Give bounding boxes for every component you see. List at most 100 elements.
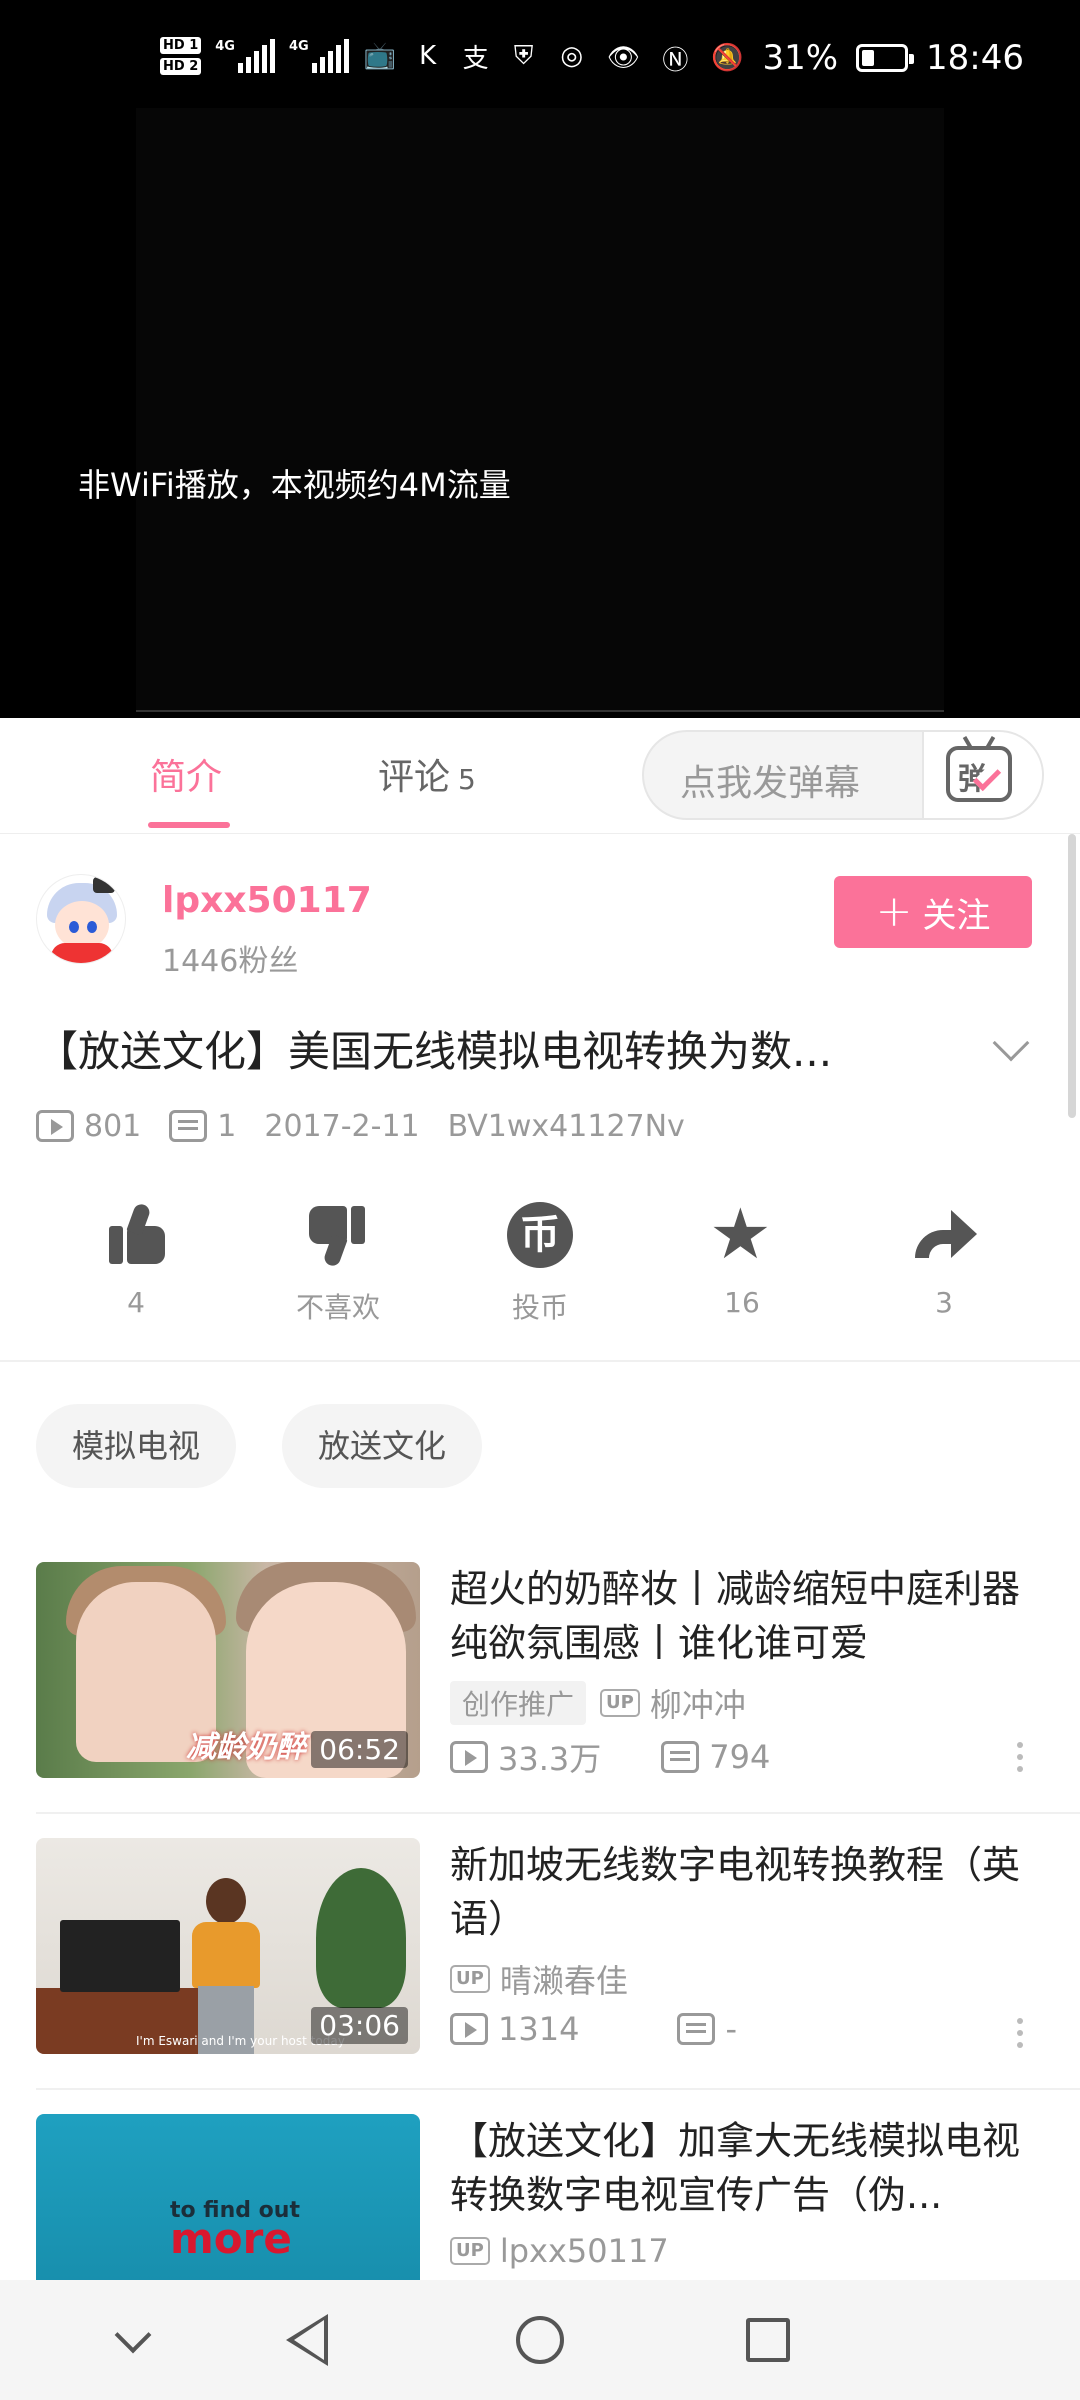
star-icon: ★ [709,1193,772,1275]
like-count: 4 [127,1286,145,1319]
plus-icon: + [875,886,913,937]
recommendation-title[interactable]: 【放送文化】加拿大无线模拟电视转换数字电视宣传广告（伪... [450,2114,1050,2222]
recommendation-author-row: 创作推广 UP 柳冲冲 [450,1680,746,1726]
share-icon [909,1200,979,1270]
up-icon: UP [600,1689,640,1717]
video-title[interactable]: 【放送文化】美国无线模拟电视转换为数... [36,1018,956,1079]
coin-glyph: 币 [507,1202,573,1268]
favorite-count: 16 [724,1286,760,1319]
network-type-label-2: 4G [288,39,309,54]
danmaku-placeholder: 点我发弹幕 [680,763,861,804]
danmaku-count-icon [661,1741,700,1773]
hotspot-icon: ◎ [560,41,584,71]
recommendation-views: 33.3万 [498,1740,602,1778]
dislike-label: 不喜欢 [295,1291,380,1324]
home-icon[interactable] [516,2316,564,2364]
thumbs-up-icon [101,1200,171,1270]
list-divider [36,1812,1080,1814]
thumbnail-caption: 减龄奶醉 [186,1730,306,1765]
section-divider [0,1360,1080,1362]
recommendation-author-row: UP lpxx50117 [450,2232,669,2270]
tab-comments-label: 评论 [378,757,451,798]
tab-comments[interactable]: 评论 5 [378,748,476,800]
status-bar: HD 1 HD 2 4G 4G 📺 K 支 ⛨ ◎ 👁 Ⓝ 🔕 31% 18:4… [0,0,1080,100]
video-frame[interactable] [136,108,944,712]
play-count-icon [450,1741,488,1773]
bvid: BV1wx41127Nv [447,1108,685,1144]
coin-button[interactable]: 币 投币 [470,1200,610,1326]
play-count-icon [36,1110,74,1142]
bilibili-notification-icon: 📺 [363,41,396,71]
up-icon: UP [450,2237,490,2265]
danmaku-count: 1 [217,1108,237,1144]
tag-chip[interactable]: 模拟电视 [36,1404,237,1488]
share-count: 3 [935,1286,953,1319]
uploader-fans: 1446粉丝 [162,944,299,979]
signal-strength-icon-2: 4G [289,39,349,73]
danmaku-toggle-button[interactable]: 弹 [922,732,1042,818]
promotion-badge: 创作推广 [450,1681,587,1725]
signal-strength-icon: 4G [215,39,275,73]
more-options-icon[interactable] [1016,1742,1024,1776]
recommendation-author: 晴濑春佳 [499,1962,628,2000]
video-duration: 06:52 [311,1731,408,1768]
recommendation-author: 柳冲冲 [649,1686,746,1724]
hd1-label: HD 1 [160,37,202,54]
mobile-data-notice: 非WiFi播放，本视频约4M流量 [78,466,511,504]
publish-date: 2017-2-11 [264,1108,420,1144]
eye-comfort-icon: 👁 [606,43,640,73]
up-icon: UP [450,1965,490,1993]
k-app-notification-icon: K [419,41,437,71]
danmaku-count-icon [169,1110,208,1142]
scrollbar[interactable] [1068,834,1076,1118]
alipay-notification-icon: 支 [462,43,489,74]
recommendation-author: lpxx50117 [499,2232,669,2270]
play-count-icon [450,2013,488,2045]
follow-button[interactable]: + 关注 [834,876,1032,948]
shield-icon: ⛨ [513,40,534,71]
thumbs-down-icon [303,1200,373,1270]
nfc-icon: Ⓝ [662,45,689,76]
coin-label: 投币 [511,1291,568,1324]
hd-indicator: HD 1 HD 2 [160,37,202,75]
hide-navbar-icon[interactable] [114,2316,152,2354]
favorite-button[interactable]: ★ 16 [672,1193,812,1319]
active-tab-indicator [148,822,230,828]
recommendation-danmaku: - [725,2010,737,2048]
mute-bell-icon: 🔕 [711,43,744,73]
video-thumbnail[interactable]: I'm Eswari and I'm your host today 03:06 [36,1838,420,2054]
action-bar: 4 不喜欢 币 投币 ★ 16 3 [0,1193,1080,1330]
chevron-down-icon[interactable] [992,1024,1030,1062]
list-divider [36,2088,1080,2090]
recommendation-stats: 1314 - [450,2010,737,2048]
hd2-label: HD 2 [160,58,202,75]
thumbnail-text-line2: more [170,2214,292,2263]
danmaku-count-icon [677,2013,716,2045]
tab-intro[interactable]: 简介 [150,748,222,800]
recommendation-title[interactable]: 新加坡无线数字电视转换教程（英语） [450,1838,1050,1946]
coin-icon: 币 [505,1200,575,1270]
share-button[interactable]: 3 [874,1200,1014,1319]
battery-percent: 31% [762,38,839,78]
video-thumbnail[interactable]: 减龄奶醉 06:52 [36,1562,420,1778]
recommendation-views: 1314 [498,2010,580,2048]
danmaku-input[interactable]: 点我发弹幕 弹 [642,730,1044,820]
uploader-name[interactable]: lpxx50117 [162,880,372,921]
recent-apps-icon[interactable] [746,2318,790,2362]
more-options-icon[interactable] [1016,2018,1024,2052]
recommendation-title[interactable]: 超火的奶醉妆丨减龄缩短中庭利器 纯欲氛围感丨谁化谁可爱 [450,1562,1050,1670]
avatar[interactable] [36,874,126,964]
recommendation-item[interactable]: I'm Eswari and I'm your host today 03:06… [0,1838,1080,2114]
tag-chip[interactable]: 放送文化 [282,1404,483,1488]
view-count: 801 [84,1108,142,1144]
network-type-label: 4G [215,39,235,54]
like-button[interactable]: 4 [66,1200,206,1319]
recommendation-item[interactable]: 减龄奶醉 06:52 超火的奶醉妆丨减龄缩短中庭利器 纯欲氛围感丨谁化谁可爱 创… [0,1562,1080,1838]
video-player[interactable]: HD 1 HD 2 4G 4G 📺 K 支 ⛨ ◎ 👁 Ⓝ 🔕 31% 18:4… [0,0,1080,718]
back-icon[interactable] [286,2314,336,2366]
battery-icon [856,44,915,72]
dislike-button[interactable]: 不喜欢 [268,1200,408,1326]
comment-count: 5 [458,763,476,796]
follow-label: 关注 [922,895,991,936]
system-navigation-bar [0,2280,1080,2400]
